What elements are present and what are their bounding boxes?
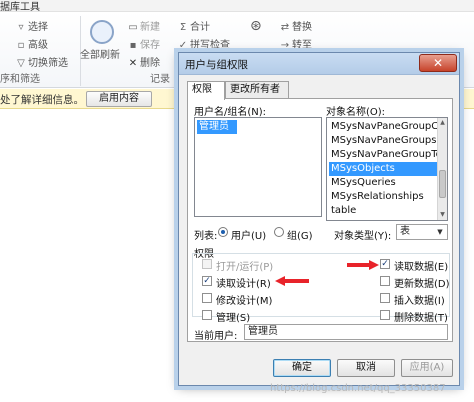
tab-change-owner[interactable]: 更改所有者 — [225, 81, 289, 99]
list-item[interactable]: MSysNavPaneGroupTo — [329, 148, 437, 162]
delete-record-button[interactable]: ✕ 删除 — [128, 54, 160, 69]
object-type-label: 对象类型(Y): — [334, 231, 392, 242]
spelling-icon: ✓ — [178, 40, 188, 51]
refresh-all-button[interactable]: 全部刷新 — [80, 46, 120, 61]
list-item[interactable]: MSysRelationships — [329, 190, 437, 204]
binoculars-icon: ⊛ — [250, 18, 262, 34]
update-data-checkbox[interactable] — [380, 276, 390, 286]
user-group-label: 用户名/组名(N): — [194, 107, 267, 118]
object-type-select[interactable]: 表 ▼ — [396, 224, 448, 240]
dialog-title: 用户与组权限 — [185, 59, 248, 71]
object-type-value: 表 — [400, 226, 410, 237]
close-icon[interactable]: ✕ — [419, 54, 457, 72]
list-item[interactable]: MSysQueries — [329, 176, 437, 190]
funnel-icon: ▽ — [17, 58, 25, 69]
annotation-arrow-icon — [275, 276, 309, 286]
list-user-radio[interactable] — [218, 227, 228, 237]
infobar-message: 处了解详细信息。 — [0, 94, 84, 106]
new-icon: ▭ — [128, 22, 138, 33]
user-group-permissions-dialog: 用户与组权限 ✕ 权限 更改所有者 用户名/组名(N): 管理员 对象名称(O)… — [178, 52, 460, 386]
current-user-field: 管理员 — [244, 324, 448, 340]
scroll-up-icon[interactable]: ▲ — [438, 118, 447, 128]
records-group-label: 记录 — [150, 74, 170, 85]
advanced-button[interactable]: ▫ 高级 — [16, 36, 48, 51]
modify-design-label: 修改设计(M) — [216, 296, 273, 307]
filter-select-icon: ▿ — [18, 22, 24, 33]
list-item[interactable]: MSysNavPaneGroups — [329, 134, 437, 148]
insert-data-label: 插入数据(I) — [394, 296, 445, 307]
goto-arrow-icon: → — [280, 40, 290, 51]
list-group-label: 组(G) — [287, 231, 313, 242]
user-list[interactable]: 管理员 — [194, 117, 322, 217]
chevron-down-icon: ▼ — [437, 228, 443, 236]
apply-button[interactable]: 应用(A) — [401, 359, 453, 377]
ok-button[interactable]: 确定 — [273, 359, 331, 377]
administer-checkbox[interactable] — [202, 310, 212, 320]
list-label: 列表: — [194, 231, 218, 242]
read-design-label: 读取设计(R) — [216, 279, 271, 290]
current-user-label: 当前用户: — [194, 331, 238, 342]
object-name-label: 对象名称(O): — [326, 107, 386, 118]
modify-design-checkbox[interactable] — [202, 293, 212, 303]
delete-data-label: 删除数据(T) — [394, 313, 448, 324]
toggle-filter-button[interactable]: ▽ 切换筛选 — [16, 54, 68, 69]
list-item[interactable]: 管理员 — [197, 120, 237, 134]
scroll-down-icon[interactable]: ▼ — [438, 210, 447, 220]
scroll-thumb[interactable] — [439, 170, 446, 198]
save-record-button[interactable]: ▪ 保存 — [128, 36, 160, 51]
object-list-scrollbar[interactable]: ▲ ▼ — [437, 118, 447, 220]
insert-data-checkbox[interactable] — [380, 293, 390, 303]
tab-permissions[interactable]: 权限 — [187, 81, 225, 100]
sigma-icon: Σ — [179, 22, 187, 33]
window-title-strip: 据库工具 — [0, 0, 474, 13]
delete-data-checkbox[interactable] — [380, 310, 390, 320]
list-item[interactable]: MSysNavPaneGroupCat — [329, 120, 437, 134]
totals-button[interactable]: Σ 合计 — [178, 18, 210, 33]
administer-label: 管理(S) — [216, 313, 251, 324]
read-data-label: 读取数据(E) — [394, 262, 449, 273]
replace-icon: ⇄ — [280, 22, 290, 33]
advanced-filter-icon: ▫ — [17, 40, 25, 51]
cancel-button[interactable]: 取消 — [337, 359, 395, 377]
update-data-label: 更新数据(D) — [394, 279, 450, 290]
replace-button[interactable]: ⇄ 替换 — [280, 18, 312, 33]
list-item[interactable]: MSysObjects — [329, 162, 437, 176]
dialog-titlebar: 用户与组权限 ✕ — [179, 53, 459, 75]
annotation-arrow-icon — [347, 260, 379, 270]
new-record-button[interactable]: ▭ 新建 — [128, 18, 160, 33]
goto-button[interactable]: → 转至 — [280, 36, 312, 51]
refresh-icon — [90, 20, 114, 44]
permissions-panel: 用户名/组名(N): 管理员 对象名称(O): MSysNavPaneGroup… — [187, 98, 453, 342]
sort-filter-group-label: 序和筛选 — [0, 74, 40, 85]
read-data-checkbox[interactable]: ✓ — [380, 259, 390, 269]
select-button[interactable]: ▿ 选择 — [16, 18, 48, 33]
list-user-label: 用户(U) — [231, 231, 267, 242]
open-run-checkbox[interactable] — [202, 259, 212, 269]
read-design-checkbox[interactable]: ✓ — [202, 276, 212, 286]
list-item[interactable]: table — [329, 204, 437, 218]
watermark: https://blog.csdn.net/qq_33350387 — [270, 383, 446, 394]
delete-x-icon: ✕ — [128, 58, 138, 69]
object-list[interactable]: MSysNavPaneGroupCat MSysNavPaneGroups MS… — [326, 117, 448, 221]
spelling-button[interactable]: ✓ 拼写检查 — [178, 36, 230, 51]
enable-content-button[interactable]: 启用内容 — [86, 91, 152, 107]
save-icon: ▪ — [129, 40, 137, 51]
open-run-label: 打开/运行(P) — [216, 262, 274, 273]
list-group-radio[interactable] — [274, 227, 284, 237]
